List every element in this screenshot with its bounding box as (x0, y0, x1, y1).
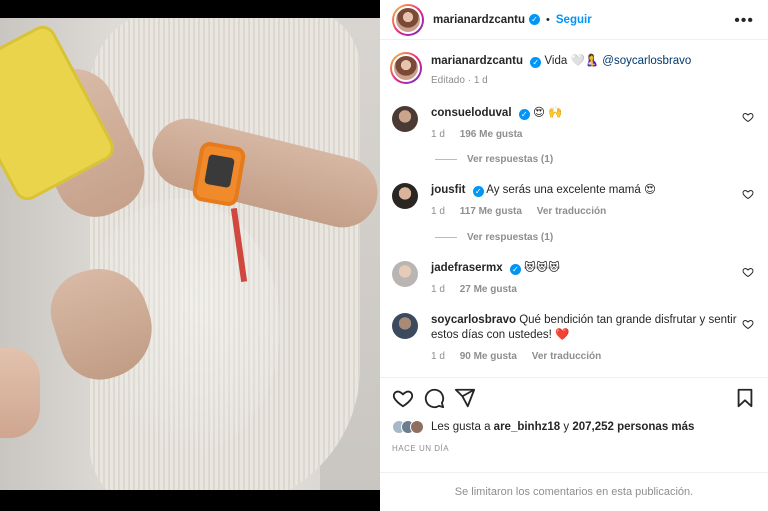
comment-meta: 1 d 117 Me gusta Ver traducción (431, 204, 741, 219)
caption-meta: Editado · 1 d (431, 73, 741, 88)
verified-icon: ✓ (509, 264, 521, 275)
heart-icon[interactable] (392, 387, 414, 409)
likes-connector: y (563, 421, 570, 433)
comment-text: 😍 🙌 (532, 107, 563, 119)
comment-username[interactable]: consueloduval (431, 107, 512, 119)
liker-username[interactable]: are_binhz18 (494, 421, 560, 433)
caption-avatar[interactable] (390, 52, 422, 84)
translate-button[interactable]: Ver traducción (532, 351, 601, 362)
post-image (0, 18, 380, 490)
view-replies-label: Ver respuestas (1) (467, 154, 554, 165)
commenter-avatar[interactable] (392, 106, 418, 132)
caption-body: marianardzcantu ✓ Vida 🤍🤱 @soycarlosbrav… (431, 54, 741, 88)
author-username[interactable]: marianardzcantu (433, 14, 525, 26)
comment-body: consueloduval ✓ 😍 🙌 1 d 196 Me gusta (431, 106, 741, 142)
likes-text: Les gusta a are_binhz18 y 207,252 person… (431, 421, 694, 433)
post-date[interactable]: HACE UN DÍA (392, 444, 449, 453)
commenter-avatar[interactable] (392, 313, 418, 339)
caption-text: Vida 🤍🤱 (544, 55, 600, 67)
comment-username[interactable]: jousfit (431, 184, 466, 196)
view-replies-label: Ver respuestas (1) (467, 232, 554, 243)
comment-body: jadefrasermx ✓ 😻😻😻 1 d 27 Me gusta (431, 261, 741, 297)
share-icon[interactable] (454, 387, 476, 409)
comment-likes[interactable]: 117 Me gusta (460, 206, 522, 217)
commenter-avatar[interactable] (392, 183, 418, 209)
verified-icon: ✓ (529, 14, 541, 25)
action-icons (392, 387, 756, 411)
replies-line (435, 237, 457, 238)
likes-prefix: Les gusta a (431, 421, 491, 433)
comment-time[interactable]: 1 d (431, 206, 445, 217)
view-replies-button[interactable]: Ver respuestas (1) (435, 154, 553, 165)
view-replies-button[interactable]: Ver respuestas (1) (435, 232, 553, 243)
post-actions: Les gusta a are_binhz18 y 207,252 person… (380, 377, 768, 473)
heart-icon[interactable] (742, 266, 754, 278)
heart-icon[interactable] (742, 188, 754, 200)
comment-likes[interactable]: 196 Me gusta (460, 129, 523, 140)
bookmark-icon[interactable] (734, 387, 756, 409)
comment-username[interactable]: soycarlosbravo (431, 314, 516, 326)
comment-body: soycarlosbravo Qué bendición tan grande … (431, 313, 741, 364)
post-header: marianardzcantu ✓ • Seguir ••• (380, 0, 768, 40)
comments-list[interactable]: marianardzcantu ✓ Vida 🤍🤱 @soycarlosbrav… (380, 42, 768, 376)
comment-text: Ay serás una excelente mamá 😍 (486, 184, 656, 196)
comment-time[interactable]: 1 d (431, 351, 445, 362)
follow-button[interactable]: Seguir (556, 14, 592, 26)
likes-count[interactable]: 207,252 personas más (572, 421, 694, 433)
comment-time[interactable]: 1 d (431, 129, 445, 140)
heart-icon[interactable] (742, 111, 754, 123)
edited-label: Editado (431, 75, 465, 86)
author-avatar[interactable] (392, 3, 424, 36)
comments-limited-notice: Se limitaron los comentarios en esta pub… (380, 472, 768, 511)
comment-meta: 1 d 90 Me gusta Ver traducción (431, 349, 741, 364)
comment-meta: 1 d 27 Me gusta (431, 282, 741, 297)
verified-icon: ✓ (518, 109, 530, 120)
comment-likes[interactable]: 90 Me gusta (460, 351, 517, 362)
verified-icon: ✓ (472, 186, 484, 197)
likes-summary: Les gusta a are_binhz18 y 207,252 person… (392, 420, 694, 434)
comment-meta: 1 d 196 Me gusta (431, 127, 741, 142)
liker-avatar[interactable] (410, 420, 424, 434)
comment-time[interactable]: 1 d (431, 284, 445, 295)
post-photo[interactable] (0, 0, 380, 511)
translate-button[interactable]: Ver traducción (537, 206, 606, 217)
comment-username[interactable]: jadefrasermx (431, 262, 503, 274)
verified-icon: ✓ (530, 57, 542, 68)
commenter-avatar[interactable] (392, 261, 418, 287)
photo-child-hand (0, 348, 40, 438)
caption-username[interactable]: marianardzcantu (431, 55, 523, 67)
replies-line (435, 159, 457, 160)
comment-body: jousfit ✓ Ay serás una excelente mamá 😍 … (431, 183, 741, 219)
comment-icon[interactable] (423, 387, 445, 409)
heart-icon[interactable] (742, 318, 754, 330)
comment-likes[interactable]: 27 Me gusta (460, 284, 517, 295)
comment-text: 😻😻😻 (524, 262, 560, 274)
separator-dot: • (546, 13, 550, 26)
edited-time[interactable]: 1 d (474, 75, 488, 86)
post-sidebar: marianardzcantu ✓ • Seguir ••• marianard… (380, 0, 768, 511)
more-icon[interactable]: ••• (734, 12, 754, 30)
caption-mention[interactable]: @soycarlosbravo (602, 55, 691, 67)
